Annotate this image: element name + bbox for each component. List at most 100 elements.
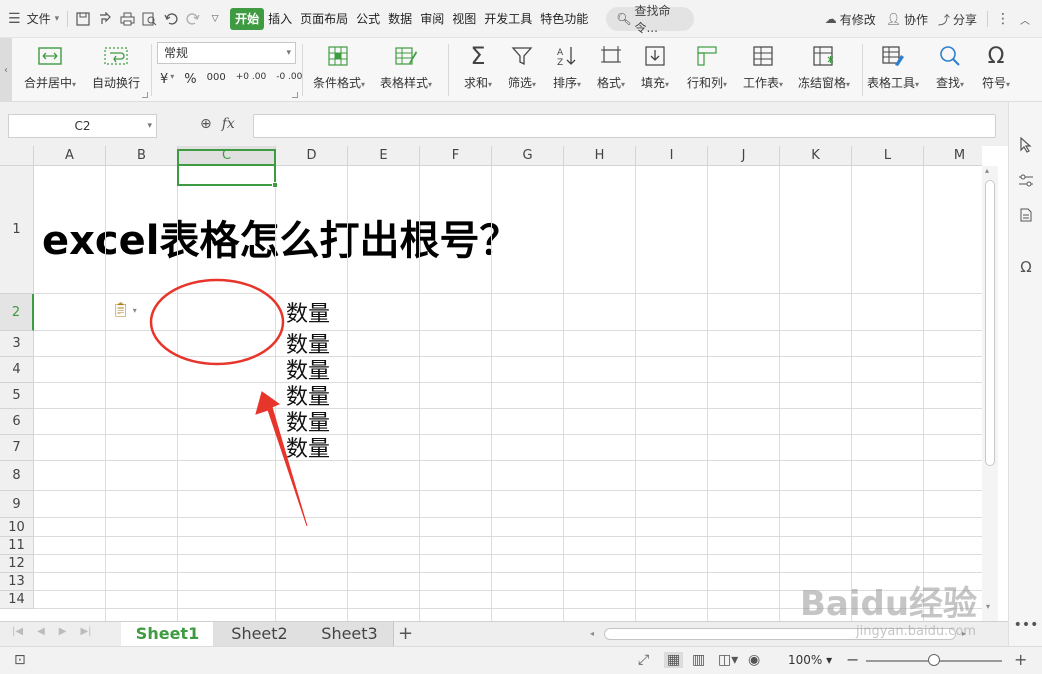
eye-protection-icon[interactable]: ◉ — [748, 652, 760, 668]
column-header-b[interactable]: B — [106, 146, 178, 166]
dialog-launcher-icon[interactable] — [292, 92, 298, 98]
sum-button[interactable]: Σ 求和▾ — [464, 42, 492, 91]
add-sheet-button[interactable]: + — [398, 622, 413, 646]
row-header-6[interactable]: 6 — [0, 409, 34, 435]
zoom-level[interactable]: 100% ▾ — [788, 653, 832, 667]
collapse-ribbon-icon[interactable]: ︿ — [1014, 7, 1036, 31]
fill-handle[interactable] — [272, 182, 278, 188]
export-icon[interactable] — [94, 7, 116, 31]
dialog-launcher-icon[interactable] — [142, 92, 148, 98]
macro-record-icon[interactable]: ⊡ — [14, 652, 26, 668]
zoom-slider-knob[interactable] — [928, 654, 940, 666]
row-header-9[interactable]: 9 — [0, 491, 34, 518]
row-header-3[interactable]: 3 — [0, 331, 34, 357]
tab-view[interactable]: 视图 — [448, 8, 480, 30]
row-header-4[interactable]: 4 — [0, 357, 34, 383]
sheet-tab-sheet3[interactable]: Sheet3 — [306, 622, 394, 647]
cursor-select-icon[interactable] — [1009, 132, 1042, 158]
redo-icon[interactable] — [182, 7, 204, 31]
tab-review[interactable]: 审阅 — [416, 8, 448, 30]
fullscreen-icon[interactable]: ⤢ — [638, 652, 649, 668]
page-layout-view-icon[interactable]: ▥ — [692, 652, 705, 668]
document-tools-icon[interactable] — [1009, 202, 1042, 228]
percent-button[interactable]: % — [184, 72, 196, 87]
worksheet-button[interactable]: 工作表▾ — [743, 42, 783, 91]
zoom-out-icon[interactable]: − — [846, 650, 859, 669]
quantity-cell-d6[interactable]: 数量 — [286, 412, 330, 436]
sliders-icon[interactable] — [1009, 168, 1042, 194]
tab-special-features[interactable]: 特色功能 — [536, 8, 592, 30]
symbol-button[interactable]: Ω 符号▾ — [982, 42, 1010, 91]
decrease-decimal-button[interactable]: -0 .00 — [276, 72, 302, 87]
sort-button[interactable]: AZ 排序▾ — [553, 42, 581, 91]
modified-status-button[interactable]: ☁ 有修改 — [821, 7, 880, 31]
next-sheet-icon[interactable]: ▶ — [59, 626, 67, 637]
quantity-cell-d2[interactable]: 数量 — [286, 303, 330, 327]
sheet-tab-sheet1[interactable]: Sheet1 — [121, 622, 215, 647]
increase-decimal-button[interactable]: +0 .00 — [236, 72, 266, 87]
quantity-cell-d5[interactable]: 数量 — [286, 386, 330, 410]
scroll-down-icon[interactable]: ▾ — [986, 602, 990, 611]
sheet-tab-sheet2[interactable]: Sheet2 — [213, 622, 307, 647]
scroll-left-icon[interactable]: ◂ — [590, 628, 594, 640]
normal-view-icon[interactable]: ▦ — [664, 652, 684, 668]
vertical-scrollbar[interactable]: ▴ ▾ — [982, 166, 998, 622]
print-icon[interactable] — [116, 7, 138, 31]
row-header-5[interactable]: 5 — [0, 383, 34, 409]
row-header-1[interactable]: 1 — [0, 166, 34, 294]
format-button[interactable]: 格式▾ — [597, 42, 625, 91]
zoom-in-icon[interactable]: + — [1014, 650, 1027, 669]
column-header-i[interactable]: I — [636, 146, 708, 166]
column-header-g[interactable]: G — [492, 146, 564, 166]
row-header-10[interactable]: 10 — [0, 518, 34, 537]
column-header-e[interactable]: E — [348, 146, 420, 166]
tab-home[interactable]: 开始 — [230, 7, 265, 30]
row-header-8[interactable]: 8 — [0, 461, 34, 491]
share-button[interactable]: ⤴ 分享 — [934, 7, 981, 31]
column-header-m[interactable]: M — [924, 146, 982, 166]
paste-options-button[interactable]: 📋︎ ▾ — [112, 302, 137, 318]
filter-button[interactable]: 筛选▾ — [508, 42, 536, 91]
currency-button[interactable]: ¥ — [160, 72, 168, 87]
tab-data[interactable]: 数据 — [384, 8, 416, 30]
name-box[interactable]: C2 ▾ — [8, 114, 157, 138]
scroll-up-icon[interactable]: ▴ — [985, 166, 989, 175]
column-header-d[interactable]: D — [276, 146, 348, 166]
selected-cell-c2[interactable] — [177, 149, 278, 188]
column-header-k[interactable]: K — [780, 146, 852, 166]
app-menu-button[interactable]: ☰ 文件 ▾ — [4, 7, 63, 31]
command-search[interactable]: 🔍︎ 查找命令... — [606, 4, 695, 35]
quantity-cell-d4[interactable]: 数量 — [286, 360, 330, 384]
number-format-select[interactable]: 常规 ▾ — [157, 42, 296, 64]
column-header-f[interactable]: F — [420, 146, 492, 166]
save-icon[interactable] — [72, 7, 94, 31]
column-header-h[interactable]: H — [564, 146, 636, 166]
column-header-a[interactable]: A — [34, 146, 106, 166]
more-horizontal-icon[interactable]: ••• — [1009, 612, 1042, 638]
select-all-corner[interactable] — [0, 146, 34, 166]
more-vertical-icon[interactable]: ⋮ — [992, 7, 1014, 31]
thousands-separator-button[interactable]: 000 — [207, 72, 226, 87]
collaborate-button[interactable]: 👤︎ 协作 — [882, 7, 932, 31]
column-header-l[interactable]: L — [852, 146, 924, 166]
wrap-text-button[interactable]: 自动换行 — [92, 42, 140, 91]
tab-formulas[interactable]: 公式 — [352, 8, 384, 30]
tab-developer[interactable]: 开发工具 — [480, 8, 536, 30]
ribbon-scroll-left-icon[interactable]: ‹ — [0, 38, 12, 102]
tab-insert[interactable]: 插入 — [264, 8, 296, 30]
undo-icon[interactable] — [160, 7, 182, 31]
tab-page-layout[interactable]: 页面布局 — [296, 8, 352, 30]
merge-center-button[interactable]: 合并居中▾ — [24, 42, 76, 91]
row-header-7[interactable]: 7 — [0, 435, 34, 461]
vertical-scroll-thumb[interactable] — [985, 180, 995, 466]
zoom-formula-icon[interactable]: ⊕ — [200, 116, 212, 132]
freeze-panes-button[interactable]: 冻结窗格▾ — [798, 42, 850, 91]
fx-icon[interactable]: fx — [222, 116, 235, 132]
spreadsheet-grid[interactable]: excel表格怎么打出根号？ 📋︎ ▾ ABCDEFGHIJKLM1234567… — [0, 146, 982, 622]
find-button[interactable]: 查找▾ — [936, 42, 964, 91]
quick-access-dropdown-icon[interactable]: ▽ — [204, 7, 226, 31]
row-header-2[interactable]: 2 — [0, 294, 34, 331]
fill-button[interactable]: 填充▾ — [641, 42, 669, 91]
conditional-format-button[interactable]: 条件格式▾ — [313, 42, 365, 91]
quantity-cell-d7[interactable]: 数量 — [286, 438, 330, 462]
